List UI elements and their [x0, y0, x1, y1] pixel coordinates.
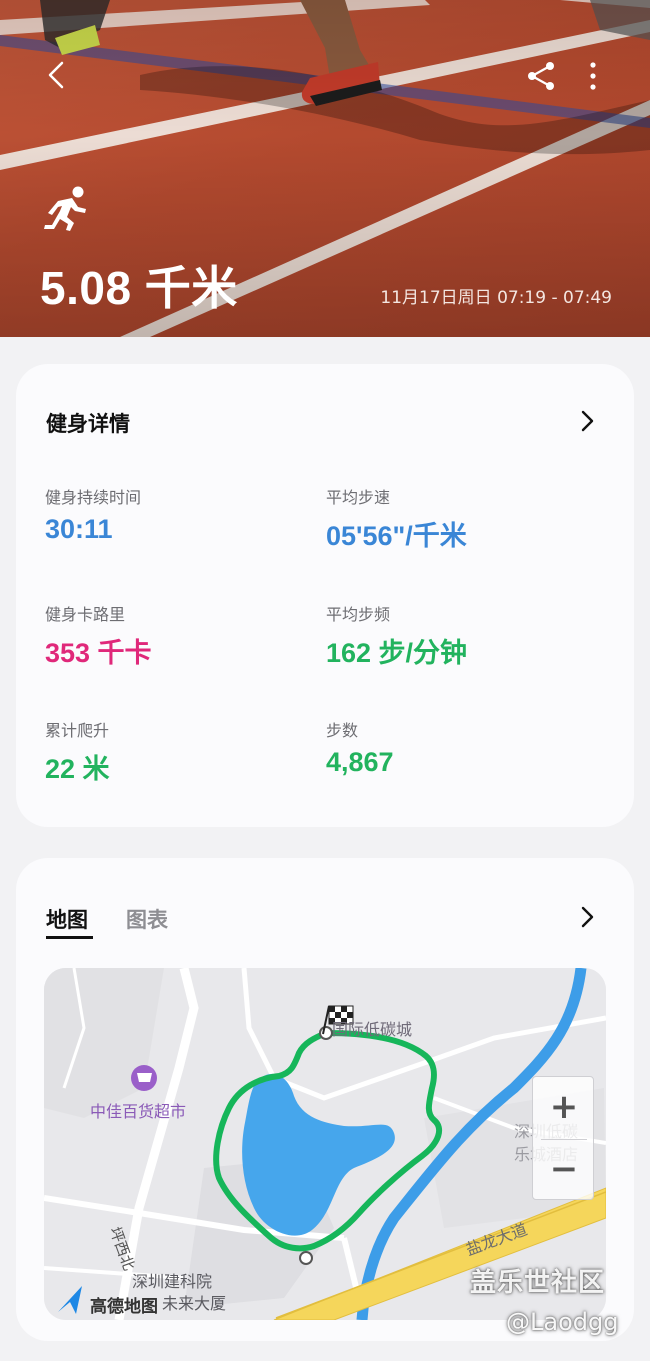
- zoom-in-button[interactable]: +: [533, 1077, 595, 1139]
- map-chevron-right-icon[interactable]: [576, 903, 598, 931]
- metric-value-elevation-gain: 22 米: [45, 754, 110, 784]
- session-time-range: 11月17日周日 07:19 - 07:49: [380, 288, 612, 308]
- chevron-left-icon: [48, 61, 64, 89]
- metric-value-duration: 30:11: [45, 514, 113, 544]
- back-button[interactable]: [36, 55, 76, 95]
- distance-value: 5.08 千米: [40, 262, 238, 314]
- tab-map[interactable]: 地图: [46, 904, 88, 934]
- map-label-future-tower: 未来大厦: [162, 1294, 227, 1313]
- metric-label-steps: 步数: [326, 721, 359, 740]
- metric-label-avg-pace: 平均步速: [326, 488, 391, 507]
- watermark-user: @Laodgg: [506, 1308, 619, 1336]
- details-title: 健身详情: [46, 412, 130, 436]
- map-label-low-carbon-city: 国际低碳城: [332, 1020, 413, 1039]
- metric-label-calories: 健身卡路里: [45, 605, 126, 624]
- metric-value-cadence: 162 步/分钟: [326, 638, 468, 668]
- running-icon: [44, 186, 86, 231]
- more-vertical-icon: [590, 62, 596, 90]
- metric-label-duration: 健身持续时间: [45, 488, 142, 507]
- details-chevron-right-icon[interactable]: [576, 407, 598, 435]
- share-button[interactable]: [522, 58, 560, 96]
- share-icon: [528, 62, 554, 90]
- more-options-button[interactable]: [580, 58, 606, 96]
- metric-value-calories: 353 千卡: [45, 638, 152, 668]
- metric-value-steps: 4,867: [326, 747, 394, 777]
- map-provider-logo: 高德地图: [90, 1297, 158, 1317]
- fitness-details-card: 健身详情 健身持续时间 30:11 平均步速 05'56"/千米 健身卡路里 3…: [16, 364, 634, 827]
- hero-banner: 5.08 千米 11月17日周日 07:19 - 07:49: [0, 0, 650, 337]
- metric-label-elevation-gain: 累计爬升: [45, 721, 110, 740]
- tab-map-underline: [46, 936, 93, 939]
- metric-value-avg-pace: 05'56"/千米: [326, 521, 467, 551]
- zoom-out-button[interactable]: −: [533, 1139, 595, 1201]
- watermark-community: 盖乐世社区: [470, 1268, 606, 1298]
- zoom-controls: + −: [532, 1076, 594, 1200]
- map-label-shop: 中佳百货超市: [90, 1102, 187, 1121]
- metric-label-cadence: 平均步频: [326, 605, 391, 624]
- map-label-research-institute: 深圳建科院: [132, 1272, 213, 1291]
- tab-chart[interactable]: 图表: [126, 904, 168, 934]
